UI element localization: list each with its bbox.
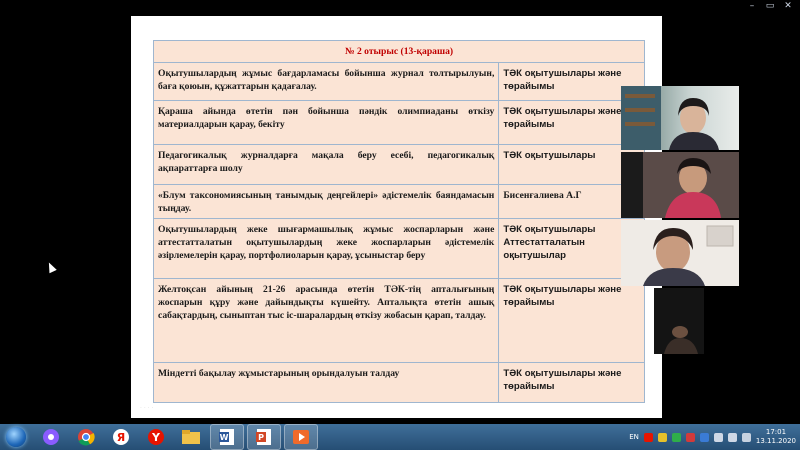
participant-video-1[interactable] [621, 86, 739, 150]
minimize-button[interactable]: – [744, 1, 760, 12]
table-row: Қараша айында өтетін пән бойынша пәндік … [152, 100, 645, 145]
flag-icon[interactable] [741, 432, 751, 442]
close-button[interactable]: ✕ [780, 1, 796, 12]
update-tray-icon[interactable] [671, 432, 681, 442]
task-cell: Міндетті бақылау жұмыстарының орындалуын… [152, 362, 500, 403]
clock-time: 17:01 [765, 428, 787, 436]
clock-date: 13.11.2020 [755, 437, 796, 445]
table-row: Педагогикалық журналдарға мақала беру ес… [152, 144, 645, 185]
svg-text:Y: Y [151, 431, 161, 444]
task-cell: Педагогикалық журналдарға мақала беру ес… [152, 144, 500, 185]
participant-video-2[interactable] [621, 152, 739, 218]
slide-controls-hint: · · · · [140, 405, 154, 412]
svg-text:P: P [258, 433, 264, 442]
system-tray: EN 17:01 13.11.2020 [629, 424, 796, 450]
task-cell: Оқытушылардың жеке шығармашылық жұмыс жо… [152, 218, 500, 279]
powerpoint-icon[interactable]: P [247, 424, 281, 450]
maximize-button[interactable]: ▭ [762, 1, 778, 12]
participant-avatar [621, 220, 739, 286]
word-icon[interactable]: W [210, 424, 244, 450]
window-controls: – ▭ ✕ [740, 0, 800, 16]
participant-avatar [621, 152, 739, 218]
shared-slide: № 2 отырыс (13-қараша) Оқытушылардың жұм… [131, 16, 662, 418]
participant-avatar [621, 86, 719, 150]
plan-table: № 2 отырыс (13-қараша) Оқытушылардың жұм… [152, 40, 645, 403]
windows-logo-icon [6, 427, 26, 447]
table-row: Оқытушылардың жұмыс бағдарламасы бойынша… [152, 62, 645, 101]
table-row: Оқытушылардың жеке шығармашылық жұмыс жо… [152, 218, 645, 279]
chrome-icon[interactable] [70, 425, 102, 449]
responsible-cell: ТӘК оқытушылары және төрайымы [498, 278, 645, 363]
volume-icon[interactable] [727, 432, 737, 442]
participant-avatar [654, 288, 704, 354]
task-cell: «Блум таксономиясының танымдық деңгейлер… [152, 184, 500, 219]
taskbar: Я Y W P EN 17:01 13.11.2020 [0, 424, 800, 450]
table-row: Міндетті бақылау жұмыстарының орындалуын… [152, 362, 645, 403]
yandex-icon[interactable]: Y [140, 425, 172, 449]
task-cell: Желтоқсан айының 21-26 арасында өтетін Т… [152, 278, 500, 363]
table-row: Желтоқсан айының 21-26 арасында өтетін Т… [152, 278, 645, 363]
media-player-icon[interactable] [284, 424, 318, 450]
security-tray-icon[interactable] [657, 432, 667, 442]
yandex-tray-icon[interactable] [643, 432, 653, 442]
svg-text:Я: Я [117, 431, 125, 444]
start-button[interactable] [0, 424, 32, 450]
participant-video-3[interactable] [621, 220, 739, 286]
alice-icon[interactable] [35, 425, 67, 449]
mouse-cursor-icon [45, 260, 57, 274]
language-indicator[interactable]: EN [629, 433, 639, 441]
network-icon[interactable] [713, 432, 723, 442]
yandex-browser-icon[interactable]: Я [105, 425, 137, 449]
task-cell: Қараша айында өтетін пән бойынша пәндік … [152, 100, 500, 145]
clock[interactable]: 17:01 13.11.2020 [756, 428, 796, 446]
table-row: «Блум таксономиясының танымдық деңгейлер… [152, 184, 645, 219]
file-explorer-icon[interactable] [175, 425, 207, 449]
table-header-row: № 2 отырыс (13-қараша) [153, 40, 645, 63]
table-header: № 2 отырыс (13-қараша) [153, 40, 645, 63]
responsible-cell: ТӘК оқытушылары және төрайымы [498, 362, 645, 403]
task-cell: Оқытушылардың жұмыс бағдарламасы бойынша… [152, 62, 500, 101]
svg-text:W: W [220, 433, 229, 442]
antivirus-tray-icon[interactable] [685, 432, 695, 442]
bluetooth-icon[interactable] [699, 432, 709, 442]
participant-video-4[interactable] [654, 288, 704, 354]
